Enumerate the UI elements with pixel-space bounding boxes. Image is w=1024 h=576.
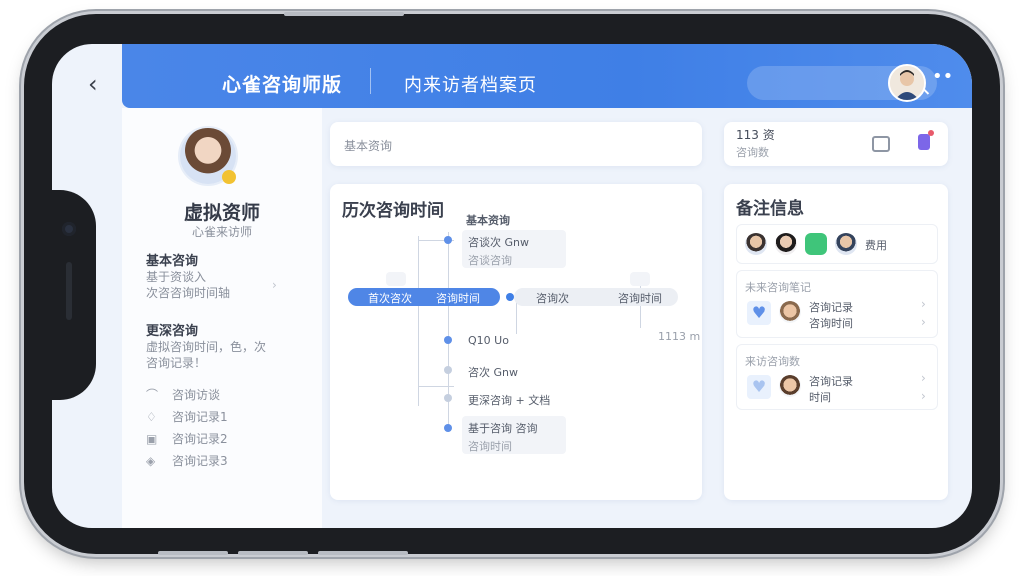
basic-info-card[interactable]: 基本资询 <box>330 122 702 166</box>
timeline-node[interactable] <box>444 336 452 344</box>
menu-item[interactable]: ♢ 咨询记录1 <box>146 408 228 425</box>
section-line: 次咨咨询时间轴 <box>146 286 231 300</box>
chevron-right-icon[interactable]: › <box>921 389 926 403</box>
timeline-marker <box>630 272 650 286</box>
summary-label: 咨询数 <box>736 146 769 159</box>
side-button <box>158 551 228 555</box>
profile-panel: 虚拟资师 心雀来访师 基本咨询 基于资谈入 次咨咨询时间轴 › 更深咨询 虚拟咨… <box>122 108 322 528</box>
note-item[interactable]: 未来咨询笔记 ♥ 咨询记录 咨询时间 › › <box>736 270 938 338</box>
timeline-entry-sub: 咨谈咨询 <box>468 254 512 267</box>
note-line: 咨询时间 <box>809 317 853 330</box>
timeline-connector <box>418 386 454 387</box>
chat-icon[interactable] <box>872 136 890 152</box>
divider <box>370 68 371 94</box>
video-call-icon[interactable] <box>805 233 827 255</box>
menu-item[interactable]: ▣ 咨询记录2 <box>146 430 228 447</box>
summary-count: 113 资 <box>736 128 775 142</box>
side-button <box>238 551 308 555</box>
note-title: 未来咨询笔记 <box>745 281 811 294</box>
menu-item[interactable]: ◈ 咨询记录3 <box>146 452 228 469</box>
timeline-node[interactable] <box>444 394 452 402</box>
avatar[interactable] <box>745 233 767 255</box>
chevron-right-icon[interactable]: › <box>921 315 926 329</box>
summary-card[interactable]: 113 资 咨询数 <box>724 122 948 166</box>
profile-name: 虚拟资师 <box>183 202 260 224</box>
section-line: 虚拟咨询时间，色，次 <box>146 340 267 354</box>
shield-icon: ◈ <box>146 454 156 468</box>
volume-button <box>284 12 404 16</box>
more-icon[interactable]: •• <box>932 66 953 87</box>
back-button[interactable]: ‹ <box>88 70 98 98</box>
screen: ‹ 心雀咨询师版 内来访者档案页 •• 虚拟资师 心雀来访师 基本咨询 基于资谈… <box>52 44 972 528</box>
timeline-entry-sub: 咨询时间 <box>468 440 512 453</box>
timeline-marker <box>386 272 406 286</box>
note-item[interactable]: 来访咨询数 ♥ 咨询记录 时间 › › <box>736 344 938 410</box>
star-badge-icon <box>222 170 236 184</box>
section-title: 基本咨询 <box>146 254 199 269</box>
section-title: 更深咨询 <box>146 324 199 339</box>
timeline-node[interactable] <box>506 293 514 301</box>
avatar <box>779 375 801 397</box>
section-line: 基于资谈入 <box>146 270 207 284</box>
note-line: 咨询记录 <box>809 375 853 388</box>
headset-icon: ⌒ <box>146 388 159 402</box>
menu-item[interactable]: ⌒ 咨询访谈 <box>146 386 220 403</box>
camera-notch <box>52 190 96 400</box>
speaker-grille <box>66 262 72 320</box>
avatar[interactable] <box>775 233 797 255</box>
note-line: 时间 <box>809 391 831 404</box>
heart-icon: ♥ <box>747 301 771 325</box>
front-camera <box>62 222 76 236</box>
page-title: 内来访者档案页 <box>404 75 537 96</box>
note-line: 咨询记录 <box>809 301 853 314</box>
timeline-entry-title: Q10 Uo <box>468 334 509 347</box>
timeline-entry-title: 咨次 Gnw <box>468 366 518 379</box>
side-button <box>318 551 408 555</box>
timeline-entry-title: 更深咨询 + 文档 <box>468 394 551 407</box>
notes-card: 备注信息 费用 未来咨询笔记 ♥ 咨询记录 咨询时间 › › 来访咨询数 ♥ 咨… <box>724 184 948 500</box>
timeline-node[interactable] <box>444 424 452 432</box>
chevron-right-icon[interactable]: › <box>272 278 277 292</box>
participants-row[interactable]: 费用 <box>736 224 938 264</box>
timeline-top-label: 基本资询 <box>466 214 510 227</box>
avatar[interactable] <box>835 233 857 255</box>
note-title: 来访咨询数 <box>745 355 800 368</box>
notification-app-icon[interactable] <box>918 130 934 150</box>
timeline-line <box>448 232 449 432</box>
section-line: 咨询记录！ <box>146 356 207 370</box>
basic-info-label: 基本资询 <box>344 139 393 153</box>
chevron-right-icon[interactable]: › <box>921 371 926 385</box>
top-bar: 心雀咨询师版 内来访者档案页 <box>122 44 972 108</box>
participants-label: 费用 <box>865 239 887 252</box>
gift-icon: ♢ <box>146 410 157 424</box>
user-avatar[interactable] <box>888 64 926 102</box>
box-icon: ▣ <box>146 432 158 446</box>
history-card: 历次咨询时间 基本资询 咨谈次 Gnw 咨谈咨询 首次咨次 咨询时间 咨询次 咨… <box>330 184 702 500</box>
timeline-node[interactable] <box>444 366 452 374</box>
session-pill[interactable]: 咨询次 咨询时间 <box>514 288 678 306</box>
profile-subtitle: 心雀来访师 <box>191 225 252 239</box>
timeline-node[interactable] <box>444 236 452 244</box>
history-title: 历次咨询时间 <box>342 201 444 221</box>
chevron-right-icon[interactable]: › <box>921 297 926 311</box>
app-title: 心雀咨询师版 <box>222 74 343 96</box>
timeline-entry-title: 基于咨询 咨询 <box>468 422 538 435</box>
first-session-pill[interactable]: 首次咨次 咨询时间 <box>348 288 500 306</box>
timeline-line <box>418 236 419 406</box>
timeline-tick: 1113 m <box>658 330 701 343</box>
heart-icon: ♥ <box>747 375 771 399</box>
notes-title: 备注信息 <box>736 199 804 219</box>
avatar <box>779 301 801 323</box>
timeline-entry-title: 咨谈次 Gnw <box>468 236 529 249</box>
